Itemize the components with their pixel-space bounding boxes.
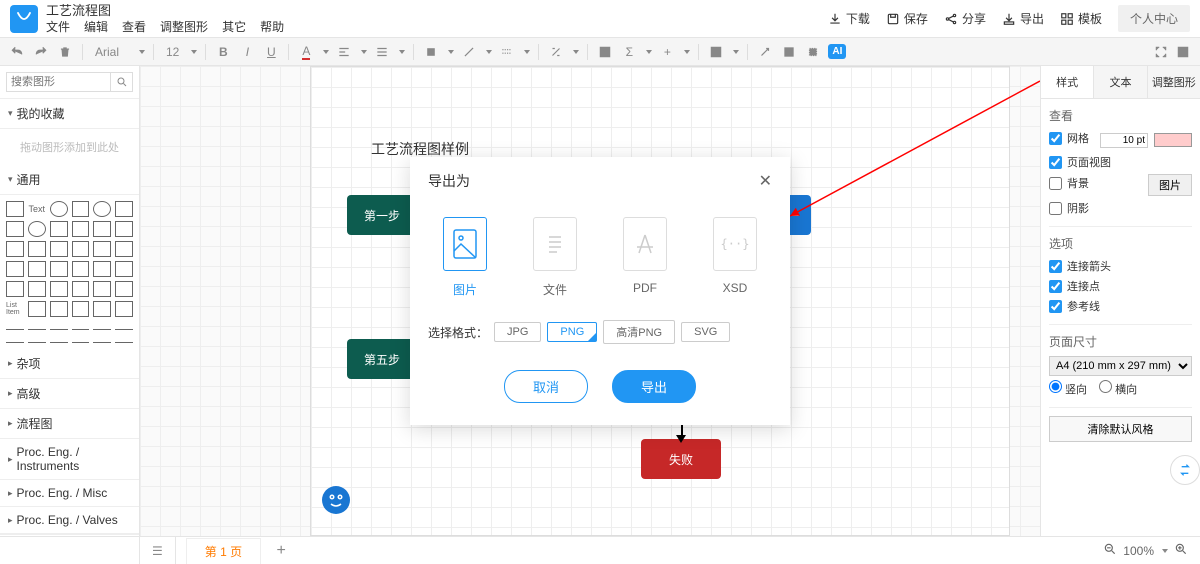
export-type-xsd[interactable]: {··} XSD	[713, 217, 757, 298]
format-jpg[interactable]: JPG	[494, 322, 541, 342]
format-hdpng[interactable]: 高清PNG	[603, 320, 675, 344]
cancel-button[interactable]: 取消	[504, 370, 588, 403]
export-confirm-button[interactable]: 导出	[612, 370, 696, 403]
format-png[interactable]: PNG	[547, 322, 597, 342]
export-type-image[interactable]: 图片	[443, 217, 487, 298]
modal-title: 导出为	[428, 171, 470, 191]
export-modal: 导出为 ✕ 图片 文件 PDF {··} XSD 选择格式： JPG PNG 高…	[410, 157, 790, 425]
export-type-pdf[interactable]: PDF	[623, 217, 667, 298]
close-icon[interactable]: ✕	[759, 171, 772, 191]
format-label: 选择格式：	[428, 324, 488, 341]
format-svg[interactable]: SVG	[681, 322, 730, 342]
export-type-file[interactable]: 文件	[533, 217, 577, 298]
